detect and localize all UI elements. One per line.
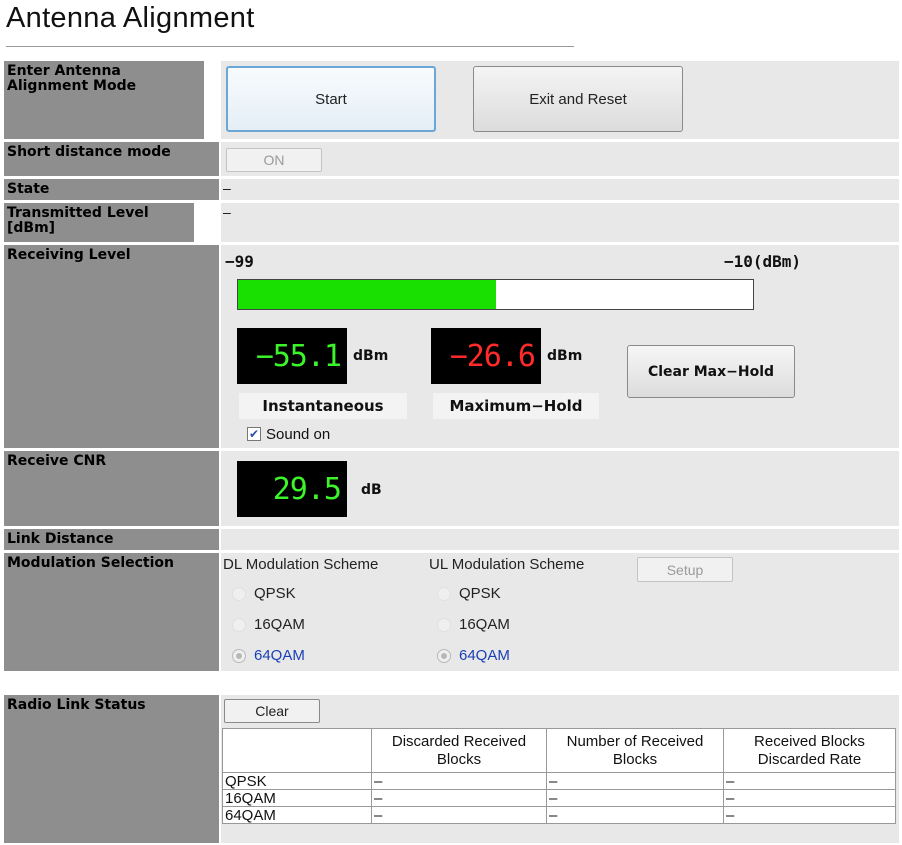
dl-64qam-radio[interactable] <box>232 649 246 663</box>
ul-16qam-radio[interactable] <box>437 618 451 632</box>
radio-link-status-row: Radio Link Status Clear Discarded Receiv… <box>4 695 899 843</box>
dl-qpsk-radio[interactable] <box>232 587 246 601</box>
link-distance-row: Link Distance <box>4 529 899 550</box>
modulation-row: Modulation Selection DL Modulation Schem… <box>4 553 899 671</box>
alignment-mode-row: Enter Antenna Alignment Mode Start Exit … <box>4 61 899 139</box>
radio-link-status-value-cell: Clear Discarded Received Blocks Number o… <box>221 695 899 843</box>
transmitted-level-value-cell: – <box>221 203 899 242</box>
instantaneous-unit: dBm <box>353 348 389 364</box>
dl-64qam-label[interactable]: 64QAM <box>254 647 305 664</box>
table-row: QPSK – – – <box>222 772 896 790</box>
title-divider <box>6 46 574 47</box>
max-hold-unit: dBm <box>547 348 583 364</box>
clear-max-hold-button[interactable]: Clear Max−Hold <box>627 345 795 398</box>
receive-cnr-value: 29.5 <box>237 461 347 517</box>
ul-16qam-label[interactable]: 16QAM <box>459 616 510 633</box>
ul-qpsk-radio[interactable] <box>437 587 451 601</box>
setup-button[interactable]: Setup <box>637 557 733 582</box>
ul-modulation-heading: UL Modulation Scheme <box>429 556 585 573</box>
receiving-level-row: Receiving Level −99 −10(dBm) −55.1 dBm I… <box>4 245 899 448</box>
instantaneous-caption: Instantaneous <box>239 393 407 419</box>
receiving-level-label: Receiving Level <box>4 245 219 448</box>
page-title: Antenna Alignment <box>6 2 255 34</box>
row-name: QPSK <box>222 772 372 790</box>
transmitted-level-row: Transmitted Level [dBm] – <box>4 203 899 242</box>
link-distance-label: Link Distance <box>4 529 219 550</box>
start-button[interactable]: Start <box>226 66 436 132</box>
receiving-level-bar <box>237 279 754 310</box>
state-value-cell: – <box>221 179 899 200</box>
receiving-level-value-cell: −99 −10(dBm) −55.1 dBm Instantaneous −26… <box>221 245 899 448</box>
level-scale-min: −99 <box>225 252 254 271</box>
alignment-mode-value: Start Exit and Reset <box>221 61 899 139</box>
dl-qpsk-label[interactable]: QPSK <box>254 585 296 602</box>
received-cell: – <box>546 789 724 807</box>
transmitted-level-label: Transmitted Level [dBm] <box>4 203 194 242</box>
table-header-row: Discarded Received Blocks Number of Rece… <box>222 728 896 773</box>
level-scale-max: −10(dBm) <box>724 252 802 271</box>
sound-on-label[interactable]: Sound on <box>266 426 330 443</box>
row-name: 16QAM <box>222 789 372 807</box>
max-hold-caption: Maximum−Hold <box>433 393 599 419</box>
receiving-level-bar-fill <box>238 280 496 309</box>
dl-16qam-label[interactable]: 16QAM <box>254 616 305 633</box>
discarded-cell: – <box>371 789 547 807</box>
received-cell: – <box>546 806 724 824</box>
row-name: 64QAM <box>222 806 372 824</box>
receive-cnr-row: Receive CNR 29.5 dB <box>4 451 899 526</box>
table-row: 64QAM – – – <box>222 806 896 824</box>
checkmark-icon: ✔ <box>248 427 260 441</box>
alignment-mode-label: Enter Antenna Alignment Mode <box>4 61 204 139</box>
transmitted-level-value: – <box>223 204 231 220</box>
exit-and-reset-button[interactable]: Exit and Reset <box>473 66 683 132</box>
discarded-cell: – <box>371 772 547 790</box>
link-distance-value-cell <box>221 529 899 550</box>
state-value: – <box>223 180 231 196</box>
dl-modulation-heading: DL Modulation Scheme <box>223 556 379 573</box>
radio-link-status-label: Radio Link Status <box>4 695 219 843</box>
rate-cell: – <box>723 789 896 807</box>
sound-on-checkbox[interactable]: ✔ <box>247 427 261 441</box>
state-row: State – <box>4 179 899 200</box>
short-distance-value: ON <box>221 142 899 176</box>
column-header: Number of Received Blocks <box>546 728 724 773</box>
ul-64qam-label[interactable]: 64QAM <box>459 647 510 664</box>
dl-16qam-radio[interactable] <box>232 618 246 632</box>
received-cell: – <box>546 772 724 790</box>
clear-status-button[interactable]: Clear <box>224 699 320 723</box>
ul-64qam-radio[interactable] <box>437 649 451 663</box>
ul-qpsk-label[interactable]: QPSK <box>459 585 501 602</box>
radio-link-status-table: Discarded Received Blocks Number of Rece… <box>222 728 896 824</box>
column-header <box>222 728 372 773</box>
instantaneous-value: −55.1 <box>237 328 347 384</box>
state-label: State <box>4 179 219 200</box>
short-distance-label: Short distance mode <box>4 142 219 176</box>
modulation-label: Modulation Selection <box>4 553 219 671</box>
column-header: Discarded Received Blocks <box>371 728 547 773</box>
table-row: 16QAM – – – <box>222 789 896 807</box>
rate-cell: – <box>723 772 896 790</box>
column-header: Received Blocks Discarded Rate <box>723 728 896 773</box>
receive-cnr-value-cell: 29.5 dB <box>221 451 899 526</box>
rate-cell: – <box>723 806 896 824</box>
short-distance-on-button[interactable]: ON <box>226 148 322 172</box>
modulation-value-cell: DL Modulation Scheme UL Modulation Schem… <box>221 553 899 671</box>
receive-cnr-unit: dB <box>361 482 382 498</box>
short-distance-row: Short distance mode ON <box>4 142 899 176</box>
discarded-cell: – <box>371 806 547 824</box>
max-hold-value: −26.6 <box>431 328 541 384</box>
receive-cnr-label: Receive CNR <box>4 451 219 526</box>
